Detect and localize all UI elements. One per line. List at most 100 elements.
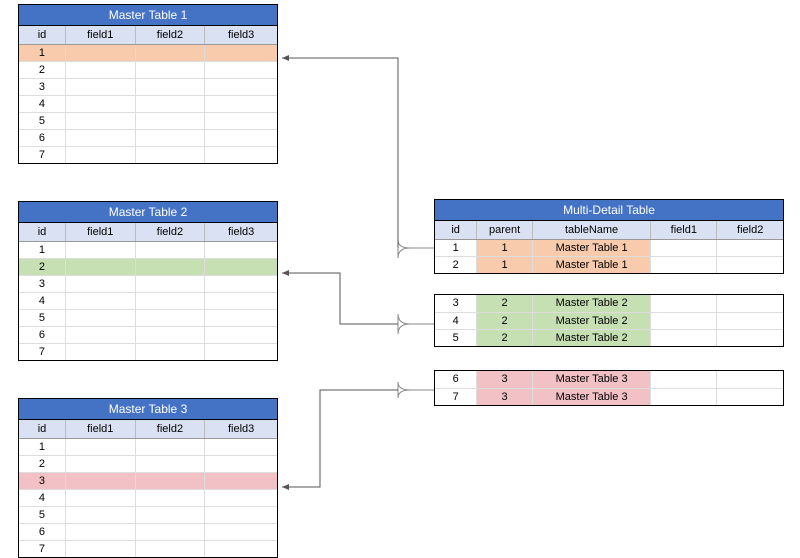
cell: Master Table 3 bbox=[532, 388, 650, 405]
table-row: 1 bbox=[19, 44, 277, 61]
table-row: 52Master Table 2 bbox=[435, 329, 783, 346]
cell bbox=[205, 326, 277, 343]
cell: 1 bbox=[19, 438, 65, 455]
cell: 2 bbox=[477, 329, 533, 346]
table-row: 6 bbox=[19, 523, 277, 540]
cell: 5 bbox=[19, 506, 65, 523]
cell bbox=[717, 312, 783, 329]
cell bbox=[205, 275, 277, 292]
cell bbox=[135, 309, 205, 326]
cell bbox=[135, 112, 205, 129]
table-row: 6 bbox=[19, 129, 277, 146]
cell bbox=[65, 78, 135, 95]
detail-grid: id parent tableName field1 field2 11Mast… bbox=[435, 221, 783, 273]
cell bbox=[651, 371, 717, 388]
cell bbox=[135, 129, 205, 146]
cell bbox=[205, 146, 277, 163]
cell: 1 bbox=[477, 239, 533, 256]
cell bbox=[717, 239, 783, 256]
cell: 2 bbox=[19, 455, 65, 472]
cell: Master Table 2 bbox=[532, 312, 650, 329]
cell bbox=[651, 295, 717, 312]
cell: 6 bbox=[19, 523, 65, 540]
cell: 2 bbox=[19, 258, 65, 275]
multi-detail-table: Multi-Detail Table id parent tableName f… bbox=[434, 199, 784, 274]
cell bbox=[65, 455, 135, 472]
col-field2: field2 bbox=[135, 223, 205, 241]
cell bbox=[205, 258, 277, 275]
cell bbox=[717, 329, 783, 346]
cell: 1 bbox=[19, 44, 65, 61]
cell bbox=[65, 95, 135, 112]
cell bbox=[205, 343, 277, 360]
table-row: 21Master Table 1 bbox=[435, 256, 783, 273]
cell: Master Table 2 bbox=[532, 295, 650, 312]
col-parent: parent bbox=[477, 221, 533, 239]
cell: Master Table 3 bbox=[532, 371, 650, 388]
table-row: 1 bbox=[19, 241, 277, 258]
table-row: 5 bbox=[19, 506, 277, 523]
cell bbox=[135, 241, 205, 258]
cell: 3 bbox=[19, 78, 65, 95]
cell bbox=[205, 61, 277, 78]
cell bbox=[205, 309, 277, 326]
table-title: Multi-Detail Table bbox=[435, 200, 783, 221]
cell bbox=[65, 523, 135, 540]
cell bbox=[135, 523, 205, 540]
table-row: 11Master Table 1 bbox=[435, 239, 783, 256]
cell: 4 bbox=[435, 312, 477, 329]
master-table-3: Master Table 3 id field1 field2 field3 1… bbox=[18, 398, 278, 558]
cell bbox=[65, 129, 135, 146]
cell bbox=[205, 112, 277, 129]
table-title: Master Table 2 bbox=[19, 202, 277, 223]
cell bbox=[65, 112, 135, 129]
cell bbox=[65, 146, 135, 163]
col-id: id bbox=[435, 221, 477, 239]
col-field2: field2 bbox=[135, 420, 205, 438]
cell: 5 bbox=[435, 329, 477, 346]
cell bbox=[135, 343, 205, 360]
table-row: 42Master Table 2 bbox=[435, 312, 783, 329]
cell bbox=[651, 312, 717, 329]
table-row: 2 bbox=[19, 61, 277, 78]
master-table-1: Master Table 1 id field1 field2 field3 1… bbox=[18, 4, 278, 164]
col-id: id bbox=[19, 26, 65, 44]
cell: 3 bbox=[477, 371, 533, 388]
cell bbox=[65, 275, 135, 292]
cell: 7 bbox=[19, 343, 65, 360]
cell: 3 bbox=[435, 295, 477, 312]
detail-group-2: 32Master Table 242Master Table 252Master… bbox=[434, 294, 784, 347]
cell bbox=[205, 472, 277, 489]
table-row: 32Master Table 2 bbox=[435, 295, 783, 312]
cell: Master Table 1 bbox=[532, 239, 650, 256]
cell: 1 bbox=[19, 241, 65, 258]
detail-group-3-grid: 63Master Table 373Master Table 3 bbox=[435, 371, 783, 405]
col-field3: field3 bbox=[205, 420, 277, 438]
master-table-3-grid: id field1 field2 field3 1234567 bbox=[19, 420, 277, 557]
cell: 4 bbox=[19, 489, 65, 506]
cell: 6 bbox=[19, 326, 65, 343]
cell bbox=[651, 256, 717, 273]
cell bbox=[205, 129, 277, 146]
col-field3: field3 bbox=[205, 223, 277, 241]
cell: 2 bbox=[19, 61, 65, 78]
master-table-2: Master Table 2 id field1 field2 field3 1… bbox=[18, 201, 278, 361]
cell bbox=[205, 78, 277, 95]
col-field2: field2 bbox=[135, 26, 205, 44]
cell bbox=[651, 329, 717, 346]
cell bbox=[205, 438, 277, 455]
cell bbox=[135, 146, 205, 163]
col-field1: field1 bbox=[65, 223, 135, 241]
cell: Master Table 1 bbox=[532, 256, 650, 273]
table-row: 5 bbox=[19, 309, 277, 326]
detail-group-2-grid: 32Master Table 242Master Table 252Master… bbox=[435, 295, 783, 346]
cell bbox=[205, 506, 277, 523]
cell bbox=[135, 258, 205, 275]
table-row: 4 bbox=[19, 95, 277, 112]
table-row: 6 bbox=[19, 326, 277, 343]
table-row: 3 bbox=[19, 275, 277, 292]
cell bbox=[65, 241, 135, 258]
cell bbox=[651, 239, 717, 256]
cell bbox=[135, 455, 205, 472]
table-title: Master Table 1 bbox=[19, 5, 277, 26]
